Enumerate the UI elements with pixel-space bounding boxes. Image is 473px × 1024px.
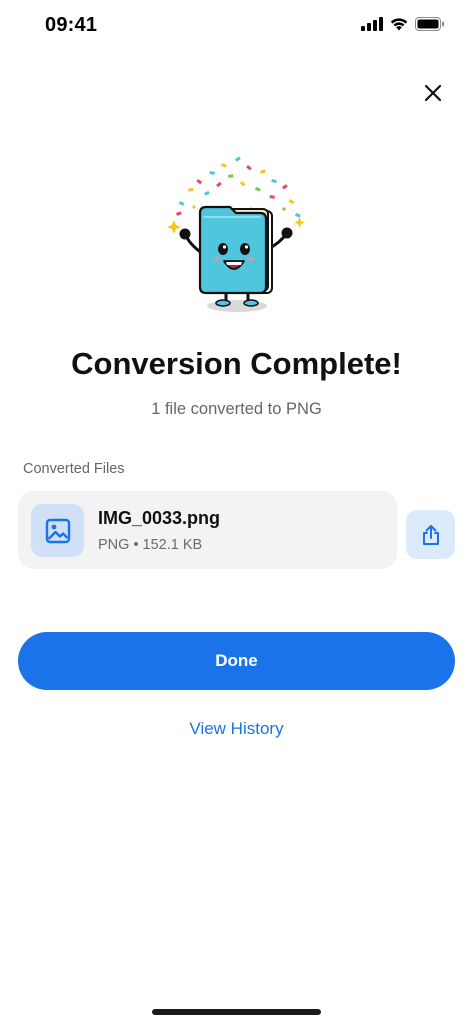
view-history-link[interactable]: View History [0,719,473,739]
file-meta: PNG • 152.1 KB [98,537,203,553]
file-name: IMG_0033.png [98,508,221,528]
status-icons [361,17,445,31]
section-label-converted-files: Converted Files [23,461,125,477]
celebration-illustration [160,155,314,320]
file-card[interactable]: IMG_0033.png PNG • 152.1 KB [18,491,397,569]
battery-icon [415,17,444,31]
done-button[interactable]: Done [18,632,455,690]
close-icon [424,84,442,102]
page-title: Conversion Complete! [71,346,402,381]
wifi-icon [390,18,408,31]
image-icon [45,518,70,543]
conversion-summary: 1 file converted to PNG [151,400,322,418]
status-bar: 09:41 [0,0,473,54]
status-time: 09:41 [45,14,98,36]
close-button[interactable] [417,77,449,109]
cellular-signal-icon [361,17,383,31]
file-thumbnail [31,504,84,557]
share-button[interactable] [406,510,455,559]
share-icon [422,524,439,545]
home-indicator [152,1009,321,1015]
